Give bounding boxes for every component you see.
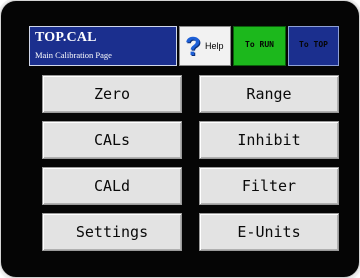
filter-button-label: Filter (241, 177, 297, 195)
settings-button-label: Settings (75, 223, 149, 241)
help-button[interactable]: ? Help (179, 26, 231, 66)
page-title: TOP.CAL (35, 30, 97, 45)
to-run-button[interactable]: To RUN (233, 26, 286, 66)
question-mark-icon: ? (185, 31, 201, 61)
range-button-label: Range (246, 85, 292, 103)
screen-header: TOP.CAL Main Calibration Page ? Help To … (29, 26, 339, 66)
cals-button[interactable]: CALs (42, 121, 182, 159)
cals-button-label: CALs (93, 131, 131, 149)
settings-button[interactable]: Settings (42, 213, 182, 251)
page-title-box: TOP.CAL Main Calibration Page (29, 26, 177, 66)
inhibit-button[interactable]: Inhibit (199, 121, 339, 159)
e-units-button[interactable]: E-Units (199, 213, 339, 251)
range-button[interactable]: Range (199, 75, 339, 113)
cald-button-label: CALd (93, 177, 131, 195)
page-subtitle: Main Calibration Page (35, 50, 112, 60)
inhibit-button-label: Inhibit (237, 131, 301, 149)
zero-button-label: Zero (93, 85, 131, 103)
to-top-label: To TOP (299, 40, 328, 49)
device-bezel: TOP.CAL Main Calibration Page ? Help To … (0, 0, 360, 278)
help-button-label: Help (205, 41, 224, 51)
hmi-screen: TOP.CAL Main Calibration Page ? Help To … (19, 18, 342, 259)
e-units-button-label: E-Units (237, 223, 301, 241)
zero-button[interactable]: Zero (42, 75, 182, 113)
to-run-label: To RUN (245, 40, 274, 49)
to-top-button[interactable]: To TOP (288, 26, 339, 66)
filter-button[interactable]: Filter (199, 167, 339, 205)
cald-button[interactable]: CALd (42, 167, 182, 205)
